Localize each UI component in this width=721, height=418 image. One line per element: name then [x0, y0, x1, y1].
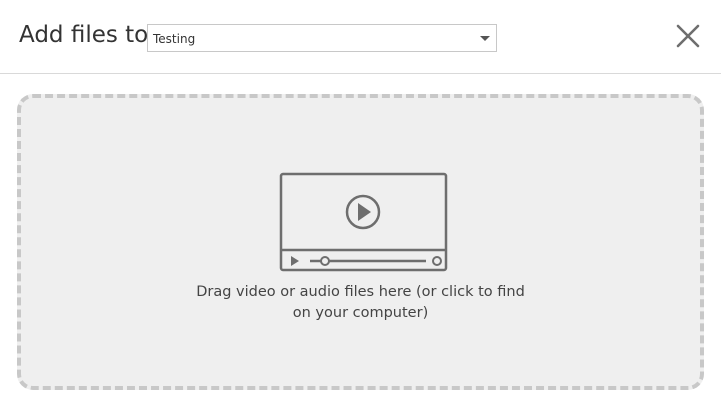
drop-instructions-line2: on your computer)	[292, 305, 429, 321]
close-button[interactable]	[673, 21, 703, 51]
chevron-down-icon	[480, 36, 490, 41]
file-drop-zone[interactable]: Drag video or audio files here (or click…	[17, 94, 704, 390]
upload-dialog: Add files to Testing Drag video or audio…	[0, 0, 721, 418]
destination-select-value: Testing	[153, 32, 196, 46]
video-player-icon	[279, 172, 448, 272]
dialog-title: Add files to	[19, 22, 149, 48]
dialog-header: Add files to Testing	[0, 0, 721, 74]
destination-select[interactable]: Testing	[147, 24, 497, 52]
drop-instructions-line1: Drag video or audio files here (or click…	[196, 284, 525, 300]
drop-instructions: Drag video or audio files here (or click…	[21, 282, 700, 324]
close-icon	[676, 24, 700, 48]
